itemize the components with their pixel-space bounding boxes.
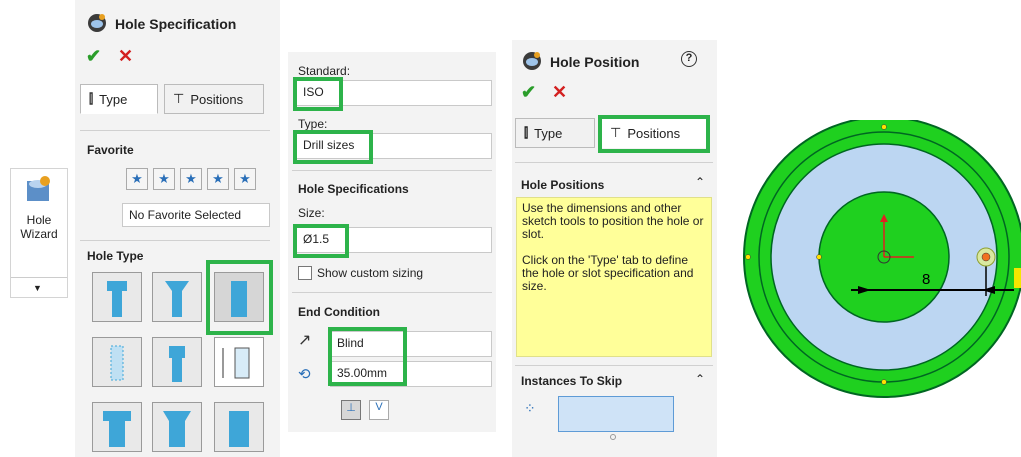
load-favorite-icon[interactable]: ★ <box>234 168 256 190</box>
size-highlight <box>293 224 349 258</box>
quadrant-point-left <box>745 254 751 260</box>
info-text-2: Click on the 'Type' tab to define the ho… <box>522 253 694 293</box>
drill-angle-icon[interactable]: V <box>369 400 389 420</box>
position-ok-button[interactable]: ✔ <box>521 82 536 103</box>
hole-specification-panel <box>75 0 280 457</box>
type-label: Type: <box>298 117 328 131</box>
tab-type[interactable]: ⫿ Type <box>80 84 158 114</box>
ok-button[interactable]: ✔ <box>86 46 101 67</box>
counterbore-hole-button[interactable] <box>92 272 142 322</box>
save-favorite-icon[interactable]: ★ <box>207 168 229 190</box>
end-condition-highlight <box>328 327 407 386</box>
type-tab-icon: ⫿ <box>524 125 529 140</box>
position-panel-title: Hole Position <box>550 54 640 70</box>
legacy-hole-button[interactable] <box>214 337 264 387</box>
hole-wizard-button[interactable]: Hole Wizard ▼ <box>10 168 68 298</box>
type-highlight <box>293 130 373 164</box>
position-cancel-button[interactable]: ✕ <box>552 82 567 103</box>
position-tab-type[interactable]: ⫿ Type <box>515 118 595 148</box>
update-favorite-icon[interactable]: ★ <box>153 168 175 190</box>
quadrant-point-boss-left <box>816 254 822 260</box>
countersink-hole-button[interactable] <box>152 272 202 322</box>
instances-icon: ⁘ <box>524 400 536 416</box>
size-label: Size: <box>298 206 325 220</box>
end-condition-heading: End Condition <box>298 305 380 319</box>
hole-wizard-icon <box>25 175 53 203</box>
favorite-select[interactable]: No Favorite Selected <box>122 203 270 227</box>
info-text-1: Use the dimensions and other sketch tool… <box>522 201 704 241</box>
tapped-hole-button[interactable] <box>152 337 202 387</box>
dropdown-arrow-icon[interactable]: ▼ <box>33 283 42 293</box>
standard-highlight <box>293 77 343 111</box>
custom-sizing-label: Show custom sizing <box>317 266 424 280</box>
instances-heading: Instances To Skip <box>521 374 623 388</box>
dimension-label[interactable]: 8 <box>922 271 930 288</box>
add-favorite-icon[interactable]: ★ <box>126 168 148 190</box>
collapse-hole-positions-icon[interactable]: ⌃ <box>695 175 705 189</box>
custom-sizing-checkbox[interactable] <box>298 266 312 280</box>
counterbore-slot-button[interactable] <box>92 402 142 452</box>
depth-icon: ⟲ <box>298 366 311 383</box>
favorite-heading: Favorite <box>87 143 134 157</box>
cancel-button[interactable]: ✕ <box>118 46 133 67</box>
countersink-slot-button[interactable] <box>152 402 202 452</box>
help-button[interactable]: ? <box>681 51 697 67</box>
hole-type-heading: Hole Type <box>87 249 144 263</box>
hole-wizard-label-2: Wizard <box>20 227 58 241</box>
positions-tab-icon: ⊤ <box>173 91 185 106</box>
quadrant-point-bottom <box>881 379 887 385</box>
collapse-instances-icon[interactable]: ⌃ <box>695 372 705 386</box>
list-resize-handle[interactable] <box>610 434 616 440</box>
reverse-direction-icon[interactable]: ↗ <box>298 330 311 350</box>
straight-slot-button[interactable] <box>214 402 264 452</box>
type-tab-icon: ⫿ <box>89 91 94 106</box>
panel-title: Hole Specification <box>115 16 237 32</box>
hole-spec-icon <box>86 12 108 37</box>
info-box: Use the dimensions and other sketch tool… <box>516 197 712 357</box>
simple-hole-highlight <box>206 260 273 335</box>
graphics-area: 8 <box>743 120 1021 398</box>
quadrant-point-top <box>881 124 887 130</box>
flat-bottom-icon[interactable]: ⊥ <box>341 400 361 420</box>
tapered-hole-button[interactable] <box>92 337 142 387</box>
delete-favorite-icon[interactable]: ★ <box>180 168 202 190</box>
hole-wizard-label-1: Hole <box>26 213 52 227</box>
hole-position-icon <box>521 50 543 75</box>
instances-list[interactable] <box>558 396 674 432</box>
standard-label: Standard: <box>298 64 351 78</box>
hole-spec-heading: Hole Specifications <box>298 182 409 196</box>
positions-tab-highlight <box>598 115 710 153</box>
hole-positions-heading: Hole Positions <box>521 178 605 192</box>
tab-positions[interactable]: ⊤ Positions <box>164 84 264 114</box>
